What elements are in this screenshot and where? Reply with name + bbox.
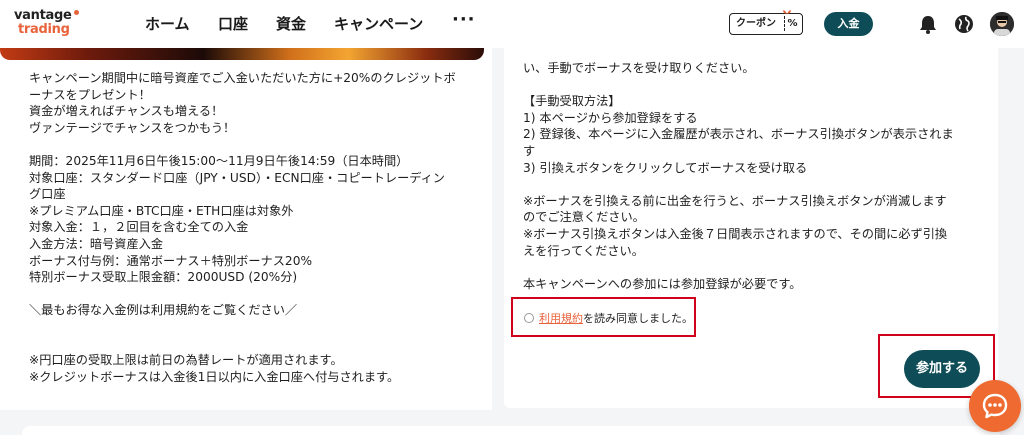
terms-agree-label: を読み同意しました。: [583, 312, 693, 325]
avatar[interactable]: [990, 12, 1014, 36]
nav-funds[interactable]: 資金: [276, 13, 306, 34]
text-line: [523, 77, 993, 94]
top-header: vantage trading ホーム 口座 資金 キャンペーン ··· クーポ…: [0, 0, 1024, 48]
coupon-button[interactable]: クーポン %: [729, 10, 803, 35]
text-line: 資金が増えればチャンスも増える！: [29, 104, 224, 119]
logo-text-bottom: trading: [18, 22, 70, 37]
text-line: ーナスをプレゼント！: [29, 87, 151, 102]
campaign-banner-image: [0, 48, 484, 60]
gift-bow-icon: [783, 10, 791, 14]
text-line: えを行ってください。: [523, 243, 644, 258]
text-line: ※ボーナス引換えボタンは入金後７日間表示されますので、その間に必ず引換: [523, 226, 948, 241]
text-line: 特別ボーナス受取上限金額：2000USD (20%分): [29, 270, 298, 285]
terms-agreement-row: 利用規約 を読み同意しました。: [524, 310, 693, 326]
text-line: 期間：2025年11月6日午後15:00～11月9日午後14:59（日本時間）: [29, 153, 409, 168]
campaign-description-text: キャンペーン期間中に暗号資産でご入金いただいた方に+20%のクレジットボ ーナス…: [29, 70, 479, 385]
text-line: 対象入金：１，２回目を含む全ての入金: [29, 220, 249, 235]
globe-icon[interactable]: [953, 13, 975, 35]
deposit-button[interactable]: 入金: [824, 12, 873, 36]
coupon-label: クーポン: [736, 18, 776, 29]
text-line: ※プレミアム口座・BTC口座・ETH口座は対象外: [29, 203, 294, 218]
nav-campaign[interactable]: キャンペーン: [334, 13, 423, 34]
text-line: 1) 本ページから参加登録をする: [523, 110, 698, 125]
text-line: [29, 286, 479, 303]
nav-account[interactable]: 口座: [218, 13, 248, 34]
text-line: ＼最もお得な入金例は利用規約をご覧ください／: [29, 303, 298, 318]
nav-home[interactable]: ホーム: [145, 13, 190, 34]
terms-link[interactable]: 利用規約: [539, 310, 583, 326]
text-line: 3) 引換えボタンをクリックしてボーナスを受け取る: [523, 160, 808, 175]
text-line: [29, 336, 479, 353]
bell-icon[interactable]: [917, 13, 939, 35]
manual-claim-instructions: い、手動でボーナスを受け取りください。 【手動受取方法】 1) 本ページから参加…: [523, 60, 993, 292]
text-line: ※円口座の受取上限は前日の為替レートが適用されます。: [29, 353, 343, 368]
chat-bubble-icon: [982, 393, 1008, 419]
text-line: 入金方法：暗号資産入金: [29, 236, 164, 251]
text-line: 本キャンペーンへの参加には参加登録が必要です。: [523, 276, 802, 291]
logo-text-top: vantage: [14, 8, 72, 23]
text-line: す: [523, 143, 536, 158]
text-line: い、手動でボーナスを受け取りください。: [523, 61, 755, 75]
text-line: ※ボーナスを引換える前に出金を行うと、ボーナス引換えボタンが消滅します: [523, 193, 947, 208]
text-line: ボーナス付与例：通常ボーナス＋特別ボーナス20%: [29, 253, 313, 268]
text-line: グ口座: [29, 187, 66, 202]
text-line: [29, 319, 479, 336]
terms-agree-radio[interactable]: [524, 313, 534, 323]
avatar-image: [990, 12, 1014, 36]
text-line: 【手動受取方法】: [523, 94, 621, 109]
text-line: キャンペーン期間中に暗号資産でご入金いただいた方に+20%のクレジットボ: [29, 71, 456, 85]
text-line: ヴァンテージでチャンスをつかもう！: [29, 120, 236, 135]
text-line: [29, 136, 479, 153]
vantage-trading-logo[interactable]: vantage trading: [14, 8, 94, 40]
text-line: のでご注意ください。: [523, 210, 645, 225]
logo-dot: [74, 10, 79, 15]
text-line: [523, 176, 993, 193]
chat-support-button[interactable]: [969, 380, 1021, 432]
coupon-percent-icon: %: [784, 16, 800, 31]
nav-more-menu[interactable]: ···: [452, 9, 476, 30]
next-section-card: [22, 426, 1000, 435]
text-line: 2) 登録後、本ページに入金履歴が表示され、ボーナス引換ボタンが表示されま: [523, 127, 954, 142]
text-line: ※クレジットボーナスは入金後1日以内に入金口座へ付与されます。: [29, 369, 400, 384]
text-line: [523, 259, 993, 276]
text-line: 対象口座：スタンダード口座（JPY・USD）・ECN口座・コピートレーディン: [29, 170, 445, 185]
campaign-description-card: キャンペーン期間中に暗号資産でご入金いただいた方に+20%のクレジットボ ーナス…: [0, 48, 492, 410]
